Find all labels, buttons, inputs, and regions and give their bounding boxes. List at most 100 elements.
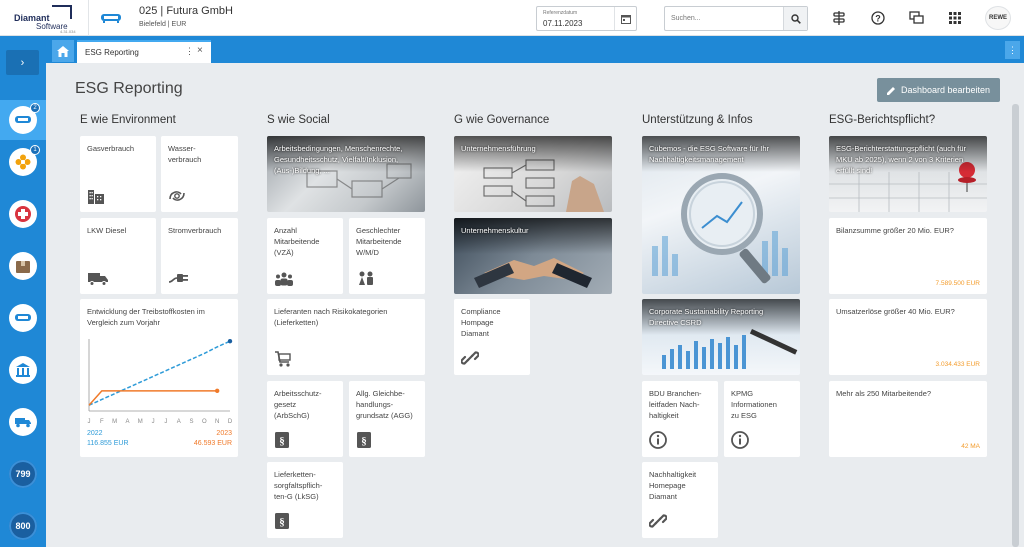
tile-reporting-obligation[interactable]: ESG-Berichterstattungspflicht (auch für …: [829, 136, 987, 212]
sidebar-item-truck[interactable]: [0, 402, 46, 442]
home-icon[interactable]: [52, 40, 74, 62]
x-tick-label: J: [164, 419, 167, 425]
sidebar-item-bank[interactable]: [0, 350, 46, 390]
reference-date-value[interactable]: 07.11.2023: [543, 19, 582, 28]
tile-employee-count[interactable]: Mehr als 250 Mitarbeitende? 42 MA: [829, 381, 987, 457]
shopping-cart-icon: [275, 351, 291, 367]
tile-corporate-culture[interactable]: Unternehmenskultur: [454, 218, 612, 294]
tile-gender-employees[interactable]: Geschlechter Mitarbeitende W/M/D: [349, 218, 425, 294]
tile-bdu-guide[interactable]: BDU Branchen- leitfaden Nach- haltigkeit: [642, 381, 718, 457]
truck-icon: [88, 273, 108, 286]
tile-sustainability-homepage[interactable]: Nachhaltigkeit Homepage Diamant: [642, 462, 718, 538]
x-tick-label: J: [152, 419, 155, 425]
search-icon[interactable]: [783, 7, 807, 30]
edit-dashboard-button[interactable]: Dashboard bearbeiten: [877, 78, 1000, 102]
notification-badge: 1: [30, 145, 40, 155]
sofa-icon: [15, 116, 31, 123]
tile-lksg[interactable]: Lieferketten- sorgfaltspflich- ten-G (Lk…: [267, 462, 343, 538]
tile-label: Umsatzerlöse größer 40 Mio. EUR?: [836, 307, 955, 316]
sidebar-item-799[interactable]: 799: [0, 454, 46, 494]
flower-icon: [15, 154, 31, 170]
x-tick-label: M: [112, 419, 117, 425]
tab-menu-icon[interactable]: ⋮: [185, 46, 194, 57]
svg-text:§: §: [361, 436, 367, 448]
sidebar-item-medical[interactable]: [0, 194, 46, 234]
sidebar-item-800[interactable]: 800: [0, 506, 46, 546]
image-overlay: [454, 218, 612, 254]
divider: [88, 0, 89, 36]
tile-label: Stromverbrauch: [168, 226, 222, 235]
tile-label: Arbeitsschutz- gesetz (ArbSchG): [274, 389, 322, 420]
sofa-icon: [15, 314, 31, 321]
calendar-icon[interactable]: [614, 7, 636, 30]
mandant-number: 800: [9, 512, 37, 540]
tile-label: LKW Diesel: [87, 226, 127, 235]
tile-csrd[interactable]: Corporate Sustainability Reporting Direc…: [642, 299, 800, 375]
water-cycle-icon: [169, 191, 185, 201]
tile-gas[interactable]: Gasverbrauch: [80, 136, 156, 212]
info-icon: [649, 431, 667, 449]
sidebar-icon-circle: [9, 356, 37, 384]
sidebar-expand-button[interactable]: ›: [6, 50, 39, 75]
tile-arbschg[interactable]: Arbeitsschutz- gesetz (ArbSchG) §: [267, 381, 343, 457]
tile-label: ESG-Berichterstattungspflicht (auch für …: [836, 144, 967, 175]
sidebar-item-sofa-2[interactable]: [0, 298, 46, 338]
link-icon: [649, 514, 667, 528]
column-heading-governance: G wie Governance: [454, 114, 550, 126]
fuel-cost-chart: J F M A M J J A S O N D 2022 116.855 EUR 2023 46.593 EU…: [87, 338, 233, 447]
tab-esg-reporting[interactable]: ESG Reporting ⋮ ×: [77, 40, 211, 63]
top-bar: Diamant Software 4.31.034 025 | Futura G…: [0, 0, 1024, 36]
tab-bar: ESG Reporting ⋮ × ⋮: [46, 36, 1024, 63]
series-end-point-2023: [214, 388, 220, 394]
diamant-logo[interactable]: Diamant Software 4.31.034: [12, 4, 78, 34]
tile-kpmg-info[interactable]: KPMG Informationen zu ESG: [724, 381, 800, 457]
search-input[interactable]: Suchen...: [671, 15, 701, 22]
sidebar: › 2 1 799 800: [0, 36, 46, 547]
sofa-icon: [101, 14, 121, 23]
tile-cubemos[interactable]: Cubemos - die ESG Software für Ihr Nachh…: [642, 136, 800, 294]
scrollbar[interactable]: [1012, 104, 1019, 547]
image-overlay: [454, 136, 612, 172]
series-end-point-2022: [227, 338, 233, 344]
tile-compliance-homepage[interactable]: Compliance Hompage Diamant: [454, 299, 530, 375]
legend-year: 2023: [216, 430, 232, 437]
tile-label: Arbeitsbedingungen, Menschenrechte, Gesu…: [274, 144, 403, 175]
tile-agg[interactable]: Allg. Gleichbe- handlungs- grundsatz (AG…: [349, 381, 425, 457]
sidebar-item-box[interactable]: [0, 246, 46, 286]
filter-settings-icon[interactable]: [830, 9, 848, 27]
sidebar-item-flower[interactable]: 1: [0, 142, 46, 182]
company-name[interactable]: 025 | Futura GmbH: [139, 5, 233, 17]
plug-icon: [168, 274, 188, 283]
x-tick-label: S: [190, 419, 194, 425]
tile-label: Cubemos - die ESG Software für Ihr Nachh…: [649, 144, 770, 164]
tile-balance-sum[interactable]: Bilanzsumme größer 20 Mio. EUR? 7.589.50…: [829, 218, 987, 294]
tile-employees-count[interactable]: Anzahl Mitarbeitende (VZÄ): [267, 218, 343, 294]
law-paragraph-icon: §: [357, 432, 371, 448]
column-heading-obligation: ESG-Berichtspflicht?: [829, 114, 936, 126]
tile-value: 42 MA: [961, 443, 980, 450]
reference-date-field[interactable]: Referenzdatum 07.11.2023: [536, 6, 637, 31]
tile-label: Lieferanten nach Risikokategorien (Liefe…: [274, 307, 388, 327]
close-icon[interactable]: ×: [197, 45, 203, 56]
more-options-icon[interactable]: ⋮: [1005, 41, 1020, 59]
apps-grid-icon[interactable]: [946, 9, 964, 27]
help-icon[interactable]: ?: [869, 9, 887, 27]
x-tick-label: D: [228, 419, 233, 425]
tile-revenue[interactable]: Umsatzerlöse größer 40 Mio. EUR? 3.034.4…: [829, 299, 987, 375]
tile-fuel-cost-chart[interactable]: Entwicklung der Treibstoffkosten im Verg…: [80, 299, 238, 457]
series-line-2023: [88, 390, 218, 406]
tile-electricity[interactable]: Stromverbrauch: [161, 218, 238, 294]
sidebar-item-sofa[interactable]: 2: [0, 100, 46, 140]
tile-label: BDU Branchen- leitfaden Nach- haltigkeit: [649, 389, 702, 420]
chat-icon[interactable]: [907, 9, 925, 27]
tile-corporate-governance[interactable]: Unternehmensführung: [454, 136, 612, 212]
sidebar-icon-circle: 2: [9, 103, 40, 134]
tile-social-image[interactable]: Arbeitsbedingungen, Menschenrechte, Gesu…: [267, 136, 425, 212]
search-field[interactable]: Suchen...: [664, 6, 808, 31]
tile-water[interactable]: Wasser- verbrauch: [161, 136, 238, 212]
law-paragraph-icon: §: [275, 513, 289, 529]
user-avatar[interactable]: REWE: [985, 6, 1011, 30]
tile-truck-diesel[interactable]: LKW Diesel: [80, 218, 156, 294]
sidebar-icon-circle: [9, 252, 37, 280]
tile-suppliers-risk[interactable]: Lieferanten nach Risikokategorien (Liefe…: [267, 299, 425, 375]
